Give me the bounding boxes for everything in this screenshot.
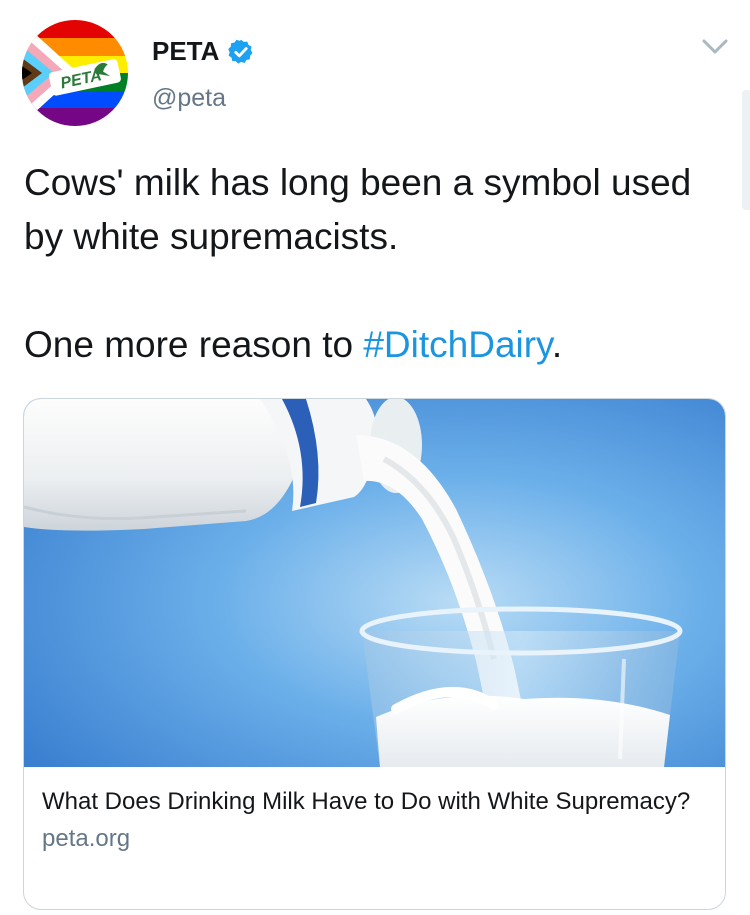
hashtag-link[interactable]: #DitchDairy [363,324,551,365]
tweet-text-prefix: One more reason to [24,324,364,365]
chevron-down-icon[interactable] [700,36,730,58]
card-text[interactable]: What Does Drinking Milk Have to Do with … [42,783,702,856]
milk-pouring-image [24,399,725,767]
verified-badge-icon [228,39,253,64]
peta-rainbow-flag-logo-icon: PETA [22,20,128,126]
card-domain: peta.org [42,825,131,852]
author-name-row[interactable]: PETA [152,36,255,67]
author-handle[interactable]: @peta [152,84,226,113]
card-title[interactable]: What Does Drinking Milk Have to Do with … [42,783,702,820]
tweet-text-line2: One more reason to #DitchDairy. [24,318,724,372]
link-preview-card[interactable]: What Does Drinking Milk Have to Do with … [23,398,726,910]
tweet-text: Cows' milk has long been a symbol used b… [24,156,724,372]
tweet-text-suffix: . [551,324,563,365]
avatar[interactable]: PETA [22,20,128,126]
scrollbar-edge [742,90,750,210]
tweet-text-line1: Cows' milk has long been a symbol used b… [24,162,692,257]
card-image[interactable] [24,399,725,767]
author-display-name[interactable]: PETA [152,36,219,67]
